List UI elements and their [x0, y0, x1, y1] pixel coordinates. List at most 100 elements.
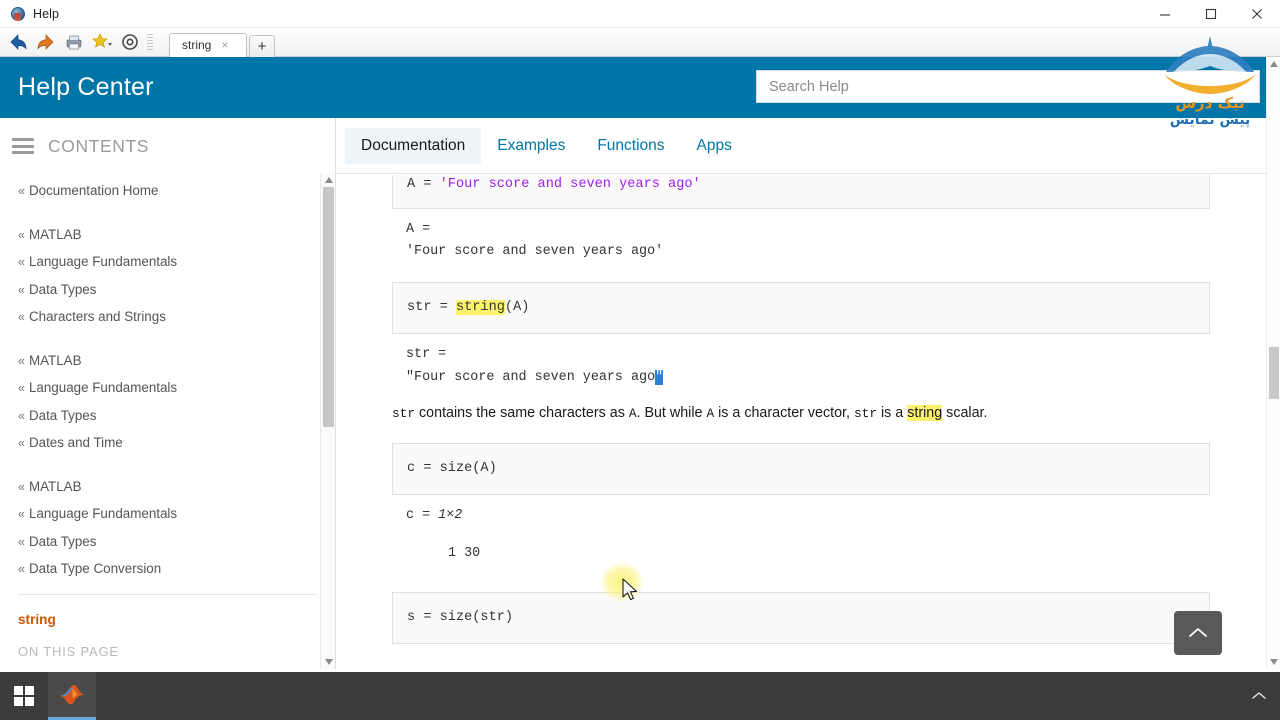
chevron-left-icon: « — [18, 184, 25, 198]
sidebar-item-language-fundamentals-3[interactable]: «Language Fundamentals — [18, 501, 335, 529]
sidebar-item-dates-and-time[interactable]: «Dates and Time — [18, 430, 335, 458]
windows-start-icon[interactable] — [0, 672, 48, 720]
sidebar-item-label: Characters and Strings — [28, 309, 166, 324]
title-bar: Help — [0, 0, 1280, 28]
output-line: A = — [406, 221, 431, 237]
window-controls — [1142, 0, 1280, 28]
doc-tab-bar: Documentation Examples Functions Apps — [336, 118, 1266, 174]
sidebar-item-label: MATLAB — [28, 478, 82, 494]
close-button[interactable] — [1234, 0, 1280, 28]
chevron-left-icon: « — [18, 534, 25, 549]
system-tray[interactable] — [1252, 689, 1266, 704]
hamburger-menu-icon[interactable] — [12, 138, 34, 154]
maximize-button[interactable] — [1188, 0, 1234, 28]
sidebar-item-label: Language Fundamentals — [28, 380, 178, 395]
sidebar-item-matlab-3[interactable]: «MATLAB — [18, 474, 335, 502]
code-block-assign-a[interactable]: A = 'Four score and seven years ago' — [392, 175, 1210, 209]
sidebar-item-characters-and-strings[interactable]: «Characters and Strings — [18, 304, 335, 332]
code-block-str-string[interactable]: str = string(A) — [392, 282, 1210, 334]
window-scroll-down-icon[interactable] — [1267, 655, 1280, 669]
browser-toolbar: string × + — [0, 28, 1280, 57]
output-text: c = — [406, 507, 439, 523]
sidebar-item-label: Language Fundamentals — [28, 254, 178, 269]
sidebar-scroll-thumb[interactable] — [323, 187, 334, 427]
contents-label: CONTENTS — [48, 135, 150, 156]
chevron-left-icon: « — [18, 479, 25, 494]
code-string-literal: 'Four score and seven years ago' — [439, 177, 701, 192]
window-scroll-thumb[interactable] — [1269, 347, 1279, 399]
sidebar-item-matlab-1[interactable]: «MATLAB — [18, 222, 335, 250]
sidebar-item-string-current[interactable]: string — [18, 607, 335, 635]
documentation-body: A = 'Four score and seven years ago' A =… — [336, 175, 1266, 669]
output-block-a: A = 'Four score and seven years ago' — [392, 209, 1210, 275]
sidebar-nav-list: «Documentation Home «MATLAB «Language Fu… — [0, 174, 335, 659]
code-block-size-str[interactable]: s = size(str) — [392, 592, 1210, 644]
inline-code: str — [853, 406, 878, 422]
browser-tab-strip: string × + — [169, 28, 275, 57]
code-text: str = — [407, 300, 456, 316]
sidebar-item-label: Language Fundamentals — [28, 506, 178, 521]
chevron-left-icon: « — [18, 255, 25, 269]
chevron-left-icon: « — [18, 310, 25, 324]
output-values: 1 30 — [448, 546, 481, 562]
chevron-left-icon: « — [18, 353, 25, 368]
browser-tab-string[interactable]: string × — [169, 32, 247, 57]
sidebar-item-data-types-3[interactable]: «Data Types — [18, 529, 335, 557]
search-box[interactable]: Search Help — [756, 70, 1260, 103]
sidebar-item-label: Dates and Time — [28, 435, 123, 450]
output-block-c: c = 1×2 1 30 — [392, 495, 1210, 577]
sidebar-item-label: Documentation Home — [28, 183, 159, 198]
browser-tab-label: string — [182, 38, 212, 52]
sidebar-item-data-types-1[interactable]: «Data Types — [18, 277, 335, 305]
window-scroll-up-icon[interactable] — [1267, 57, 1280, 71]
sidebar-item-data-type-conversion[interactable]: «Data Type Conversion — [18, 556, 335, 584]
print-icon[interactable] — [63, 31, 85, 53]
sidebar-item-language-fundamentals-1[interactable]: «Language Fundamentals — [18, 249, 335, 277]
new-tab-button[interactable]: + — [249, 34, 275, 57]
output-line: "Four score and seven years ago" — [406, 367, 1196, 390]
output-line: 'Four score and seven years ago' — [406, 244, 664, 260]
tab-documentation[interactable]: Documentation — [345, 127, 482, 164]
minimize-button[interactable] — [1142, 0, 1188, 28]
on-this-page-heading: ON THIS PAGE — [18, 644, 119, 660]
help-globe-icon — [10, 6, 26, 22]
tab-apps[interactable]: Apps — [681, 128, 748, 164]
forward-arrow-icon[interactable] — [35, 31, 57, 53]
back-arrow-icon[interactable] — [7, 31, 29, 53]
sidebar-scrollbar[interactable] — [320, 173, 335, 669]
sidebar-item-label: MATLAB — [28, 352, 82, 368]
paragraph-text: scalar. — [942, 405, 988, 422]
paragraph-text: . But while — [636, 405, 707, 422]
window-title: Help — [33, 6, 60, 21]
window-scrollbar[interactable] — [1266, 57, 1280, 669]
tab-functions[interactable]: Functions — [581, 128, 680, 164]
target-circle-icon[interactable] — [119, 31, 141, 53]
paragraph-str-description: str contains the same characters as A. B… — [392, 403, 1210, 424]
sidebar-item-documentation-home[interactable]: «Documentation Home — [18, 178, 335, 206]
chevron-left-icon: « — [18, 227, 25, 242]
tab-examples[interactable]: Examples — [481, 128, 581, 164]
sidebar-item-label: Data Type Conversion — [28, 561, 162, 576]
sidebar: CONTENTS «Documentation Home «MATLAB «La… — [0, 118, 336, 669]
paragraph-highlight-string: string — [907, 405, 943, 422]
sidebar-item-label: MATLAB — [28, 226, 82, 242]
sidebar-item-data-types-2[interactable]: «Data Types — [18, 403, 335, 431]
sidebar-item-language-fundamentals-2[interactable]: «Language Fundamentals — [18, 375, 335, 403]
content-area: Documentation Examples Functions Apps A … — [336, 118, 1266, 669]
toolbar-overflow-grip[interactable] — [147, 34, 153, 50]
tab-close-icon[interactable]: × — [221, 39, 228, 51]
back-to-top-button[interactable] — [1174, 611, 1222, 655]
contents-toggle[interactable]: CONTENTS — [0, 118, 335, 174]
favorites-star-icon[interactable] — [91, 31, 113, 53]
output-line: str = — [406, 346, 447, 362]
sidebar-divider — [18, 593, 317, 595]
matlab-taskbar-icon[interactable] — [48, 672, 96, 720]
chevron-left-icon: « — [18, 436, 25, 450]
code-text: A = — [407, 177, 440, 192]
sidebar-scroll-up-icon[interactable] — [321, 173, 335, 187]
sidebar-item-matlab-2[interactable]: «MATLAB — [18, 348, 335, 376]
code-block-size-a[interactable]: c = size(A) — [392, 442, 1210, 495]
sidebar-item-label: Data Types — [28, 533, 97, 549]
inline-code: A — [628, 406, 637, 422]
sidebar-scroll-down-icon[interactable] — [321, 655, 335, 669]
